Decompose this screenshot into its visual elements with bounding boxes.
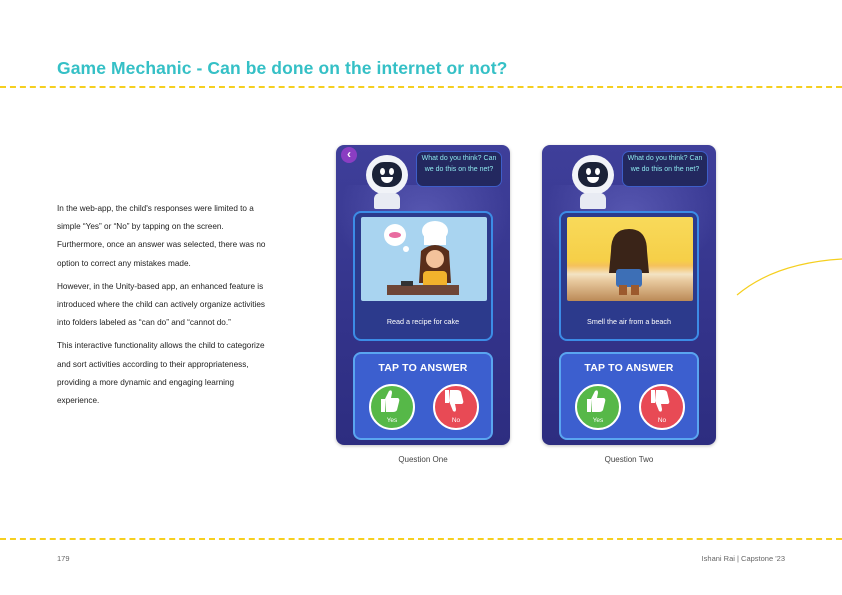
chef-girl-illustration <box>361 217 487 301</box>
beach-girl-illustration <box>567 217 693 301</box>
question-card: Read a recipe for cake <box>353 211 493 341</box>
no-label: No <box>451 417 461 424</box>
answer-panel: TAP TO ANSWER Yes No <box>353 352 493 440</box>
no-button[interactable]: No <box>639 384 685 430</box>
thumbs-up-icon <box>381 390 400 412</box>
no-button[interactable]: No <box>433 384 479 430</box>
paragraph-2: However, in the Unity-based app, an enha… <box>57 281 265 328</box>
thumbs-down-icon <box>651 390 670 412</box>
caption-question-one: Question One <box>398 455 448 464</box>
question-label: Smell the air from a beach <box>587 317 671 326</box>
speech-bubble: What do you think? Can we do this on the… <box>622 151 708 187</box>
caption-question-two: Question Two <box>604 455 654 464</box>
robot-icon <box>572 155 614 195</box>
phone-screenshot-one: ‹ What do you think? Can we do this on t… <box>336 145 510 445</box>
decorative-curve <box>736 258 842 296</box>
question-card: Smell the air from a beach <box>559 211 699 341</box>
question-label: Read a recipe for cake <box>386 317 460 326</box>
robot-icon <box>366 155 408 195</box>
thumbs-up-icon <box>587 390 606 412</box>
back-arrow-icon[interactable]: ‹ <box>341 147 357 163</box>
speech-bubble: What do you think? Can we do this on the… <box>416 151 502 187</box>
tap-to-answer-label: TAP TO ANSWER <box>584 362 674 374</box>
body-text: In the web-app, the child's responses we… <box>57 200 267 415</box>
no-label: No <box>657 417 667 424</box>
yes-label: Yes <box>386 417 398 424</box>
tap-to-answer-label: TAP TO ANSWER <box>378 362 468 374</box>
thumbs-down-icon <box>445 390 464 412</box>
answer-panel: TAP TO ANSWER Yes No <box>559 352 699 440</box>
paragraph-3: This interactive functionality allows th… <box>57 341 265 406</box>
yes-button[interactable]: Yes <box>369 384 415 430</box>
yes-button[interactable]: Yes <box>575 384 621 430</box>
yes-label: Yes <box>592 417 604 424</box>
bottom-divider <box>0 538 842 540</box>
footer-author: Ishani Rai | Capstone '23 <box>701 554 785 563</box>
phone-screenshot-two: What do you think? Can we do this on the… <box>542 145 716 445</box>
paragraph-1: In the web-app, the child's responses we… <box>57 204 266 268</box>
page-number: 179 <box>57 554 70 563</box>
page-title: Game Mechanic - Can be done on the inter… <box>57 58 508 78</box>
top-divider <box>0 86 842 88</box>
